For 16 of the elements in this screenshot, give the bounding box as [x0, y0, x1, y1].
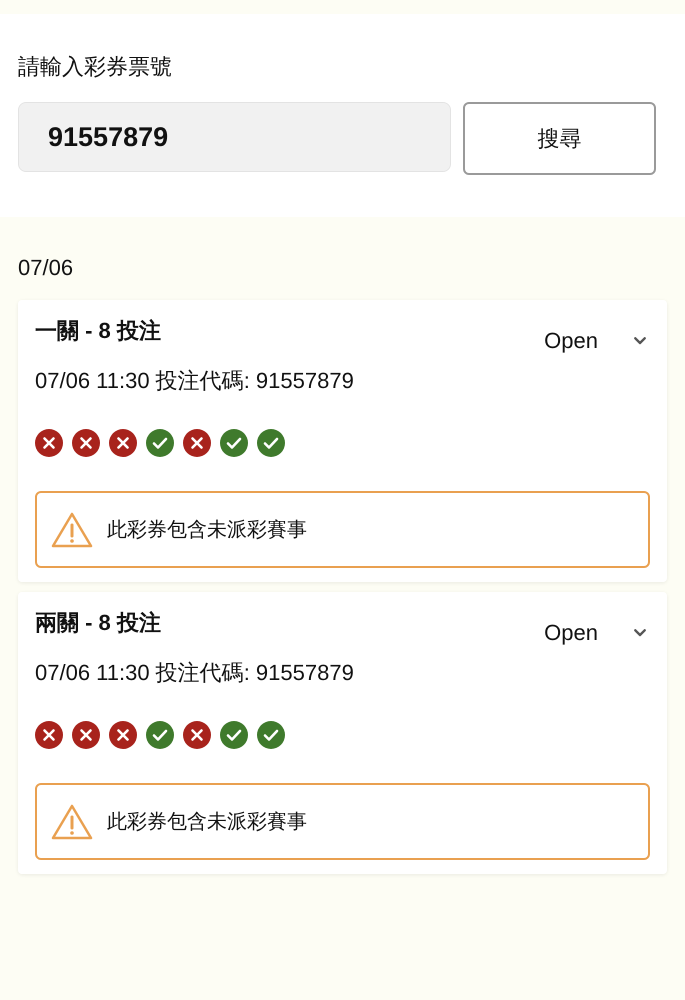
- search-button[interactable]: 搜尋: [463, 102, 656, 175]
- chevron-down-icon[interactable]: [634, 337, 646, 345]
- warning-text: 此彩券包含未派彩賽事: [107, 518, 307, 542]
- ticket-title: 一關 - 8 投注: [35, 317, 161, 345]
- chevron-down-icon[interactable]: [634, 629, 646, 637]
- warning-text: 此彩券包含未派彩賽事: [107, 810, 307, 834]
- ticket-title: 兩關 - 8 投注: [35, 609, 161, 637]
- ticket-status: Open: [544, 619, 598, 647]
- warning-icon: [51, 512, 93, 548]
- ticket-detail: 07/06 11:30 投注代碼: 91557879: [35, 367, 354, 395]
- date-heading: 07/06: [18, 254, 74, 282]
- warning-icon: [51, 804, 93, 840]
- ticket-number-field[interactable]: 91557879: [18, 102, 451, 172]
- ticket-number-label: 請輸入彩券票號: [18, 53, 172, 81]
- ticket-status: Open: [544, 327, 598, 355]
- ticket-detail: 07/06 11:30 投注代碼: 91557879: [35, 659, 354, 687]
